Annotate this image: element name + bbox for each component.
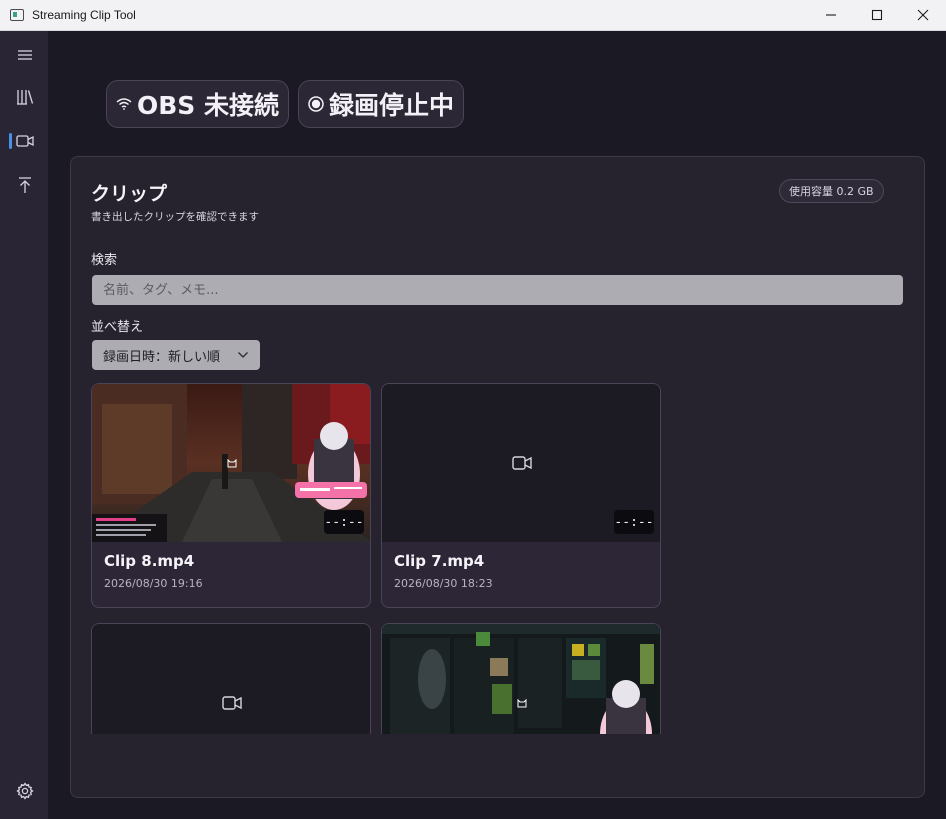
- search-label: 検索: [91, 253, 118, 268]
- video-camera-icon: [222, 696, 242, 710]
- game-screenshot-image: [382, 624, 660, 734]
- title-bar: Streaming Clip Tool: [0, 0, 946, 31]
- clip-thumbnail: --:--: [92, 384, 370, 542]
- window-title: Streaming Clip Tool: [32, 8, 136, 22]
- video-camera-icon: [15, 135, 34, 147]
- cat-logo-icon: [227, 458, 237, 468]
- clip-card[interactable]: --:-- Clip 8.mp4 2026/08/30 19:16: [91, 383, 371, 608]
- sidebar-item-library[interactable]: [0, 79, 49, 115]
- maximize-button[interactable]: [854, 0, 900, 31]
- library-icon: [16, 90, 33, 105]
- sidebar: [0, 31, 49, 819]
- sort-label: 並べ替え: [91, 320, 144, 335]
- wifi-icon: [116, 98, 132, 110]
- clips-panel: クリップ 書き出したクリップを確認できます 使用容量 0.2 GB 検索 並べ替…: [70, 156, 925, 798]
- clip-thumbnail: [92, 624, 370, 734]
- clip-thumbnail: [382, 624, 660, 734]
- clip-date: 2026/08/30 18:23: [394, 577, 493, 590]
- obs-status-badge: OBS 未接続: [106, 80, 290, 128]
- app-icon: [10, 9, 24, 21]
- duration-badge: --:--: [614, 510, 654, 534]
- video-camera-icon: [512, 456, 532, 470]
- clip-grid: --:-- Clip 8.mp4 2026/08/30 19:16 --:-- …: [91, 383, 911, 734]
- sidebar-item-clips[interactable]: [0, 123, 49, 159]
- chevron-down-icon: [238, 352, 248, 358]
- clip-card[interactable]: [91, 623, 371, 734]
- panel-subtitle: 書き出したクリップを確認できます: [91, 211, 259, 223]
- clip-name: Clip 8.mp4: [104, 552, 195, 570]
- close-icon: [917, 9, 929, 21]
- clip-date: 2026/08/30 19:16: [104, 577, 203, 590]
- clip-card[interactable]: --:-- Clip 7.mp4 2026/08/30 18:23: [381, 383, 661, 608]
- main-content: OBS 未接続 録画停止中 クリップ 書き出したクリップを確認できます 使用容量…: [49, 31, 946, 819]
- upload-icon: [18, 177, 31, 193]
- sort-value: 録画日時：新しい順: [103, 349, 221, 365]
- duration-badge: --:--: [324, 510, 364, 534]
- close-button[interactable]: [900, 0, 946, 31]
- recording-status-text: 録画停止中: [329, 91, 455, 120]
- cat-logo-icon: [517, 698, 527, 708]
- minimize-button[interactable]: [808, 0, 854, 31]
- sidebar-menu-button[interactable]: [0, 37, 49, 73]
- selected-indicator: [9, 133, 12, 149]
- maximize-icon: [871, 9, 883, 21]
- sidebar-item-export[interactable]: [0, 167, 49, 203]
- panel-title: クリップ: [91, 183, 168, 205]
- storage-usage-badge: 使用容量 0.2 GB: [779, 179, 884, 203]
- minimize-icon: [826, 14, 836, 16]
- record-icon: [308, 96, 324, 112]
- hamburger-menu-icon: [17, 50, 32, 60]
- recording-status-badge: 録画停止中: [298, 80, 465, 128]
- clip-card[interactable]: [381, 623, 661, 734]
- obs-status-text: OBS 未接続: [137, 91, 280, 120]
- search-input[interactable]: [92, 275, 903, 305]
- clip-thumbnail: --:--: [382, 384, 660, 542]
- settings-gear-icon: [15, 782, 34, 800]
- clip-name: Clip 7.mp4: [394, 552, 485, 570]
- sort-dropdown[interactable]: 録画日時：新しい順: [92, 340, 260, 370]
- sidebar-item-settings[interactable]: [0, 773, 49, 809]
